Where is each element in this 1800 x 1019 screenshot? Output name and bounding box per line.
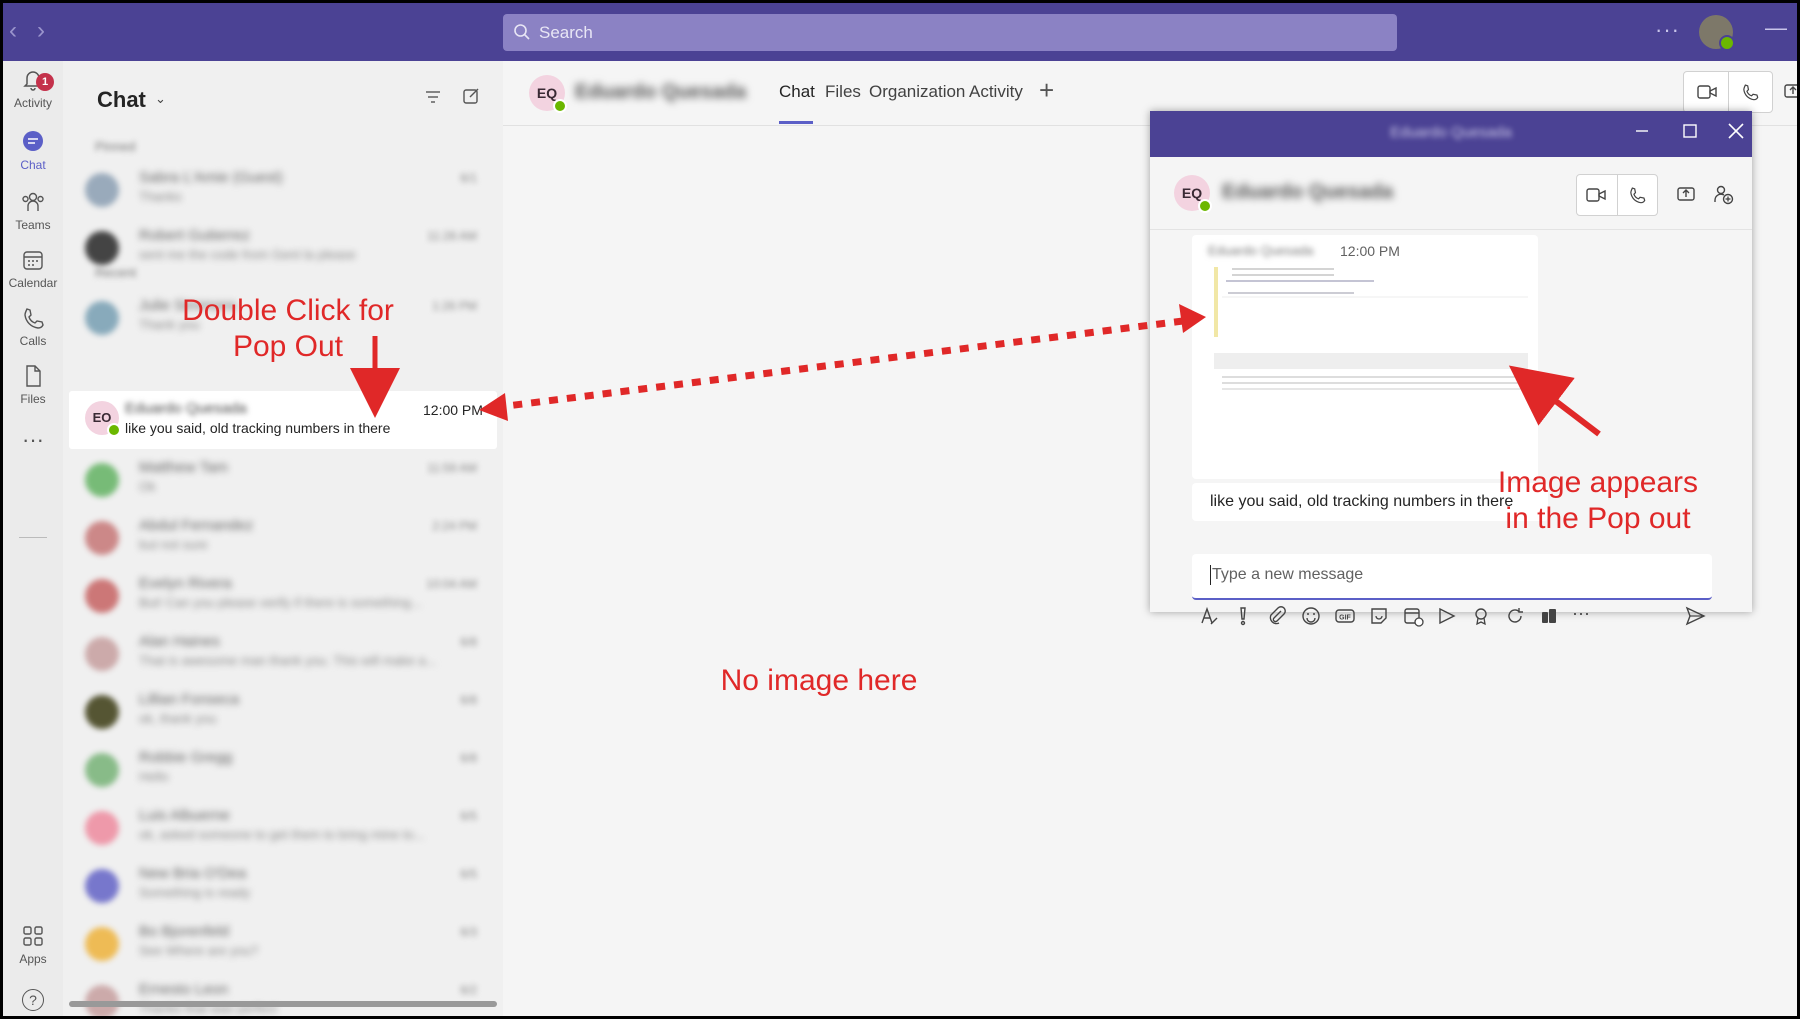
annotation-line: in the Pop out — [1505, 502, 1691, 535]
annotation-double-click: Double Click for Pop Out — [163, 293, 413, 365]
arrow-head-right — [1179, 304, 1206, 333]
image-pointer-arrow — [1508, 365, 1601, 437]
teams-window: ‹ › Search ··· — Activity 1 Chat Teams C… — [3, 3, 1797, 1016]
annotation-line: Image appears — [1497, 466, 1699, 499]
annotation-line: Pop Out — [232, 330, 344, 363]
arrow-head-left — [479, 393, 508, 421]
annotation-line: Double Click for — [182, 294, 394, 327]
dotted-double-arrow — [490, 317, 1184, 412]
annotation-no-image: No image here — [720, 664, 918, 697]
annotation-image-appears: Image appears in the Pop out — [1467, 465, 1729, 537]
